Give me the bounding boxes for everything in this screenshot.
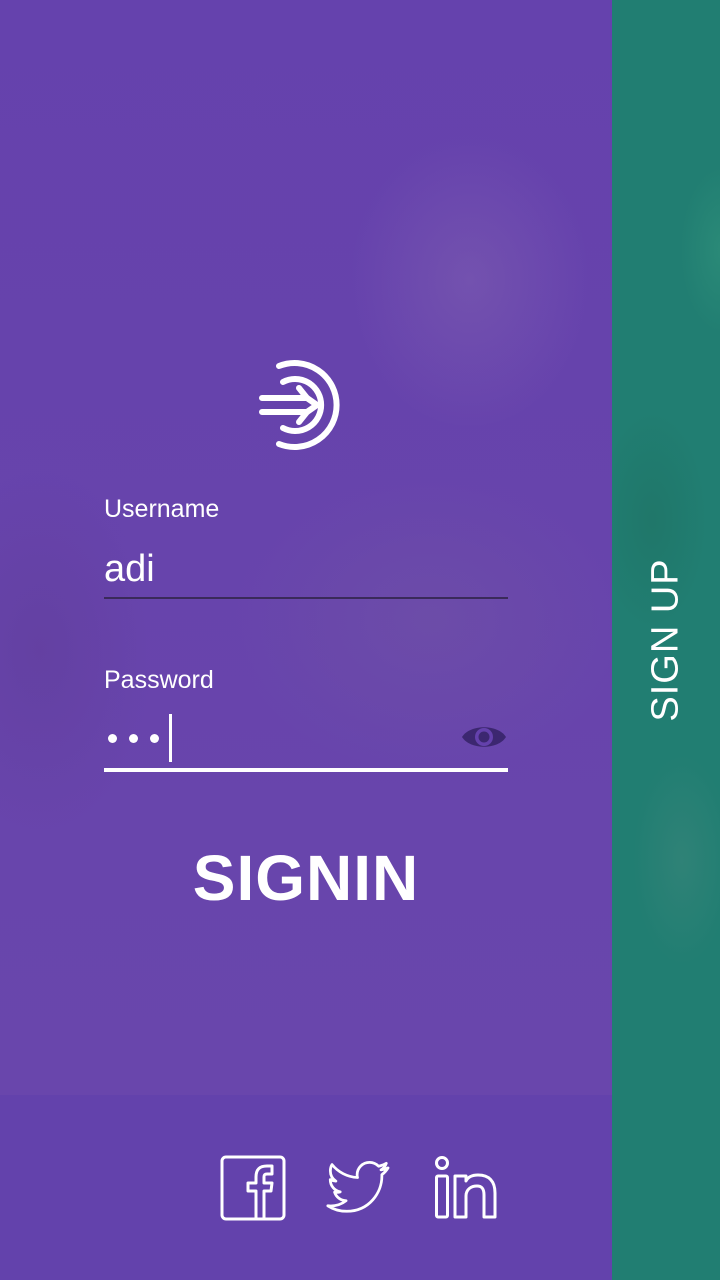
username-underline: [104, 597, 508, 599]
facebook-icon[interactable]: [220, 1155, 286, 1221]
signup-tab[interactable]: SIGN UP: [612, 0, 720, 1280]
username-label: Username: [104, 495, 220, 523]
app-screen: Username adi Password SIGNIN SIGN UP: [0, 0, 720, 1280]
username-input[interactable]: adi: [104, 547, 155, 591]
login-arrow-logo-icon: [259, 360, 340, 450]
signin-button[interactable]: SIGNIN: [104, 840, 508, 916]
twitter-icon[interactable]: [326, 1155, 392, 1221]
password-dot: [108, 733, 117, 743]
password-dot: [129, 733, 138, 743]
text-cursor: [169, 714, 172, 762]
password-label: Password: [104, 666, 214, 694]
signin-panel: Username adi Password SIGNIN: [0, 0, 612, 1280]
signup-label: SIGN UP: [644, 558, 687, 722]
password-underline: [104, 768, 508, 772]
password-dot: [150, 733, 159, 743]
password-input[interactable]: [108, 714, 172, 762]
signup-footer: [612, 1095, 720, 1280]
background-photo: [0, 0, 612, 1095]
linkedin-icon[interactable]: [433, 1155, 499, 1221]
footer-band: [0, 1095, 612, 1280]
eye-icon[interactable]: [460, 720, 508, 754]
signup-background: [612, 0, 720, 1095]
